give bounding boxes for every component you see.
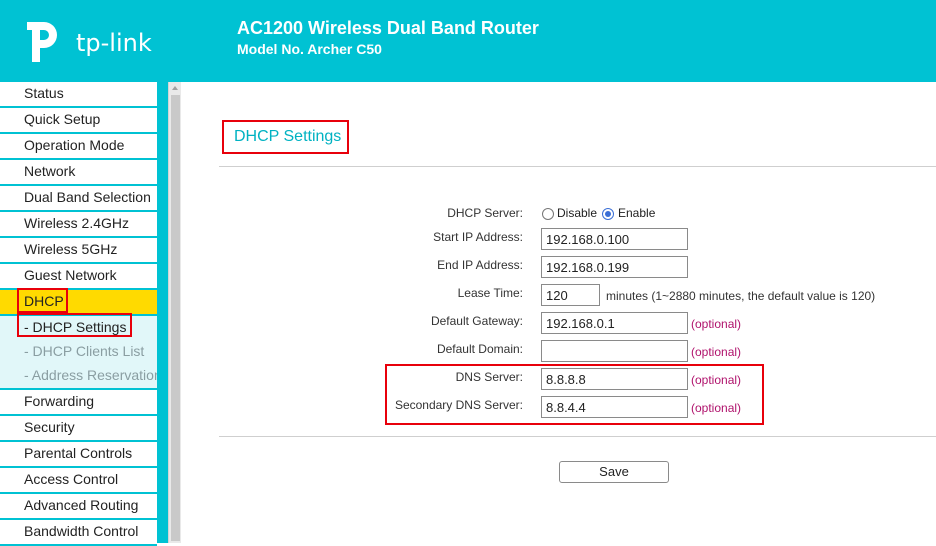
dns-server-input[interactable]: [541, 368, 688, 390]
tp-link-logo-icon: [27, 22, 57, 62]
dhcp-enable-label[interactable]: Enable: [618, 206, 655, 220]
sidebar-item-forwarding[interactable]: Forwarding: [0, 390, 157, 416]
sidebar-item-parental-controls[interactable]: Parental Controls: [0, 442, 157, 468]
model-number: Model No. Archer C50: [237, 41, 382, 57]
dhcp-enable-radio[interactable]: [602, 208, 614, 220]
sidebar-menu: Status Quick Setup Operation Mode Networ…: [0, 82, 157, 546]
sidebar-item-quick-setup[interactable]: Quick Setup: [0, 108, 157, 134]
page-title: DHCP Settings: [234, 128, 342, 145]
dhcp-server-label: DHCP Server:: [447, 206, 523, 220]
sidebar-item-access-control[interactable]: Access Control: [0, 468, 157, 494]
save-button[interactable]: Save: [559, 461, 669, 483]
end-ip-label: End IP Address:: [437, 258, 523, 272]
sidebar-item-advanced-routing[interactable]: Advanced Routing: [0, 494, 157, 520]
sidebar-item-bandwidth-control[interactable]: Bandwidth Control: [0, 520, 157, 546]
dhcp-disable-label[interactable]: Disable: [557, 206, 597, 220]
sidebar-item-operation-mode[interactable]: Operation Mode: [0, 134, 157, 160]
lease-time-note: minutes (1~2880 minutes, the default val…: [606, 289, 876, 303]
sidebar-item-wireless-5ghz[interactable]: Wireless 5GHz: [0, 238, 157, 264]
scroll-up-arrow-icon[interactable]: [172, 86, 178, 90]
sidebar-scrollbar[interactable]: [168, 82, 181, 543]
sidebar: Status Quick Setup Operation Mode Networ…: [0, 82, 168, 546]
brand-name: tp-link: [76, 29, 152, 57]
top-header: tp-link AC1200 Wireless Dual Band Router…: [0, 0, 936, 82]
sidebar-subitem-address-reservation[interactable]: - Address Reservation: [0, 364, 157, 390]
end-ip-input[interactable]: [541, 256, 688, 278]
secondary-dns-optional: (optional): [691, 401, 742, 415]
sidebar-item-dhcp[interactable]: DHCP: [0, 290, 157, 316]
default-gateway-label: Default Gateway:: [430, 314, 523, 328]
sidebar-item-guest-network[interactable]: Guest Network: [0, 264, 157, 290]
sidebar-item-security[interactable]: Security: [0, 416, 157, 442]
sidebar-subitem-dhcp-clients-list[interactable]: - DHCP Clients List: [0, 340, 157, 364]
device-title: AC1200 Wireless Dual Band Router: [237, 18, 539, 38]
default-gateway-optional: (optional): [691, 317, 742, 331]
sidebar-item-dual-band-selection[interactable]: Dual Band Selection: [0, 186, 157, 212]
dns-server-label: DNS Server:: [455, 370, 523, 384]
scrollbar-thumb[interactable]: [171, 95, 180, 541]
tp-link-logo: tp-link: [24, 18, 164, 68]
sidebar-item-status[interactable]: Status: [0, 82, 157, 108]
default-domain-input[interactable]: [541, 340, 688, 362]
default-domain-label: Default Domain:: [436, 342, 523, 356]
default-gateway-input[interactable]: [541, 312, 688, 334]
sidebar-item-network[interactable]: Network: [0, 160, 157, 186]
divider-bottom: [219, 436, 936, 437]
dhcp-disable-radio[interactable]: [542, 208, 554, 220]
secondary-dns-input[interactable]: [541, 396, 688, 418]
start-ip-input[interactable]: [541, 228, 688, 250]
default-domain-optional: (optional): [691, 345, 742, 359]
lease-time-input[interactable]: [541, 284, 600, 306]
secondary-dns-label: Secondary DNS Server:: [394, 398, 523, 412]
lease-time-label: Lease Time:: [457, 286, 523, 300]
dns-server-optional: (optional): [691, 373, 742, 387]
divider-top: [219, 166, 936, 167]
sidebar-item-wireless-24ghz[interactable]: Wireless 2.4GHz: [0, 212, 157, 238]
sidebar-subitem-dhcp-settings[interactable]: - DHCP Settings: [0, 316, 157, 340]
start-ip-label: Start IP Address:: [433, 230, 523, 244]
